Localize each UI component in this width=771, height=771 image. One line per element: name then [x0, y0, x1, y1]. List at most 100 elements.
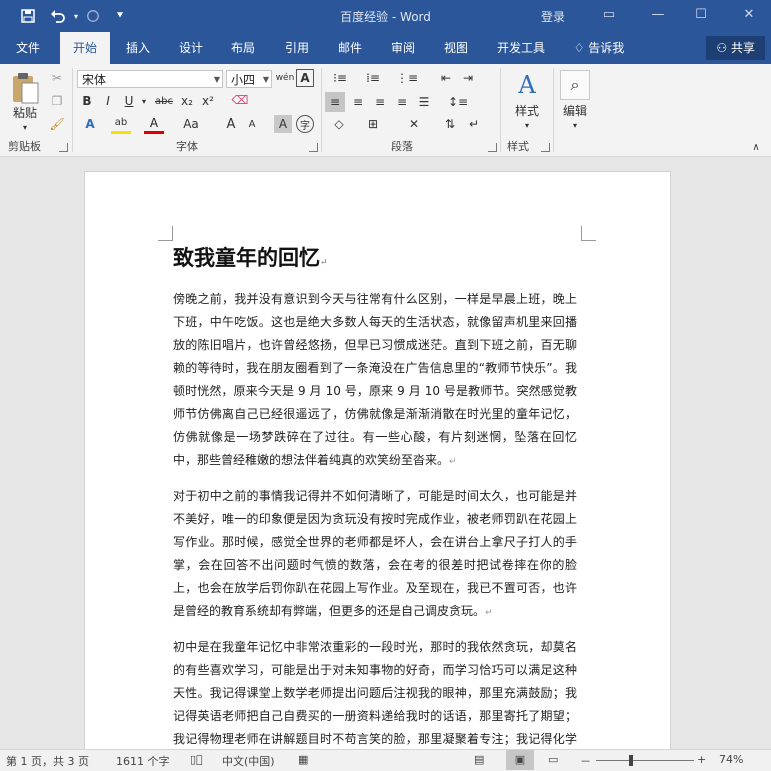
editing-label[interactable]: 编辑 [558, 102, 592, 118]
word-count[interactable]: 1611 个字 [116, 753, 170, 769]
decrease-indent-icon[interactable]: ⇤ [436, 68, 456, 88]
macro-record-icon[interactable]: ▦ [298, 753, 308, 766]
page-count[interactable]: 第 1 页，共 3 页 [6, 753, 89, 769]
styles-group-label: 样式 [507, 140, 529, 153]
clipboard-launcher-icon[interactable] [59, 143, 68, 152]
align-left-icon[interactable]: ≡ [325, 92, 345, 112]
phonetic-guide-icon[interactable]: wén [274, 67, 296, 89]
subscript-button[interactable]: x₂ [178, 92, 196, 110]
numbering-icon[interactable]: ⁞≡ [360, 68, 386, 88]
highlight-color-icon[interactable]: ab [111, 114, 131, 134]
proofing-icon[interactable]: ▯⃠ [190, 753, 203, 766]
font-name-combo[interactable]: 宋体 ▼ [77, 70, 223, 88]
tab-developer[interactable]: 开发工具 [490, 32, 552, 64]
shrink-font-icon[interactable]: A [243, 114, 261, 134]
paste-dropdown-icon[interactable]: ▾ [18, 122, 32, 132]
superscript-button[interactable]: x² [199, 92, 217, 110]
styles-launcher-icon[interactable] [541, 143, 550, 152]
styles-gallery-icon[interactable]: A [510, 70, 544, 100]
align-center-icon[interactable]: ≡ [348, 92, 368, 112]
format-painter-icon[interactable]: 🖌 [47, 114, 67, 134]
chevron-down-icon: ▼ [213, 75, 220, 84]
tab-insert[interactable]: 插入 [117, 32, 159, 64]
tab-design[interactable]: 设计 [170, 32, 212, 64]
text-effects-icon[interactable]: A [80, 114, 100, 134]
tab-review[interactable]: 审阅 [382, 32, 424, 64]
chevron-down-icon: ▼ [262, 75, 269, 84]
line-spacing-icon[interactable]: ↕≡ [444, 92, 472, 112]
share-button[interactable]: ⚇ 共享 [706, 36, 765, 60]
font-launcher-icon[interactable] [309, 143, 318, 152]
status-bar: 第 1 页，共 3 页 1611 个字 ▯⃠ 中文(中国) ▦ ▤ ▣ ▭ － … [0, 749, 771, 771]
title-bar: ▾ ⯆ 百度经验 - Word 登录 ▭ — ☐ ✕ [0, 0, 771, 32]
copy-icon[interactable]: ❐ [47, 91, 67, 111]
document-canvas[interactable]: 致我童年的回忆↵ 傍晚之前，我并没有意识到今天与往常有什么区别，一样是早晨上班，… [0, 157, 771, 749]
tab-home[interactable]: 开始 [60, 32, 110, 64]
align-right-icon[interactable]: ≡ [370, 92, 390, 112]
login-link[interactable]: 登录 [541, 8, 565, 25]
styles-dropdown-icon[interactable]: ▾ [520, 120, 534, 130]
cut-icon[interactable]: ✂ [47, 68, 67, 88]
underline-dropdown-icon[interactable]: ▾ [139, 92, 149, 110]
justify-icon[interactable]: ≡ [392, 92, 412, 112]
zoom-level[interactable]: 74% [719, 753, 743, 766]
tab-view[interactable]: 视图 [435, 32, 477, 64]
close-button[interactable]: ✕ [734, 4, 764, 26]
bullets-icon[interactable]: ⁝≡ [327, 68, 353, 88]
styles-label[interactable]: 样式 [510, 102, 544, 118]
paragraph-3[interactable]: 初中是在我童年记忆中非常浓重彩的一段时光，那时的我依然贪玩，却莫名的有些喜欢学习… [173, 636, 577, 749]
font-group-label: 字体 [176, 140, 198, 153]
paragraph-1[interactable]: 傍晚之前，我并没有意识到今天与往常有什么区别，一样是早晨上班，晚上下班，中午吃饭… [173, 288, 577, 474]
document-title[interactable]: 致我童年的回忆↵ [173, 242, 328, 272]
zoom-slider[interactable] [596, 760, 694, 761]
paragraph-2[interactable]: 对于初中之前的事情我记得并不如何清晰了，可能是时间太久，也可能是并不美好，唯一的… [173, 485, 577, 625]
character-border-icon[interactable]: A [296, 69, 314, 87]
grow-font-icon[interactable]: A [222, 114, 240, 134]
font-color-icon[interactable]: A [144, 114, 164, 134]
tab-file[interactable]: 文件 [6, 32, 50, 64]
paste-label[interactable]: 粘贴 [8, 104, 42, 120]
font-size-combo[interactable]: 小四 ▼ [226, 70, 272, 88]
increase-indent-icon[interactable]: ⇥ [458, 68, 478, 88]
paste-icon[interactable] [8, 70, 42, 106]
strikethrough-button[interactable]: abc [153, 92, 175, 110]
borders-icon[interactable]: ⊞ [361, 114, 385, 134]
clear-formatting-icon[interactable]: ⌫ [229, 90, 251, 110]
underline-button[interactable]: U [120, 92, 138, 110]
web-layout-icon[interactable]: ▭ [548, 753, 558, 766]
vertical-scrollbar[interactable] [757, 157, 771, 749]
shading-icon[interactable]: ◇ [327, 114, 351, 134]
zoom-in-button[interactable]: + [697, 753, 706, 766]
zoom-slider-thumb[interactable] [628, 755, 633, 766]
tell-me-label: 告诉我 [588, 41, 625, 55]
show-marks-icon[interactable]: ↵ [464, 114, 484, 134]
print-layout-icon[interactable]: ▣ [506, 750, 534, 770]
chinese-layout-icon[interactable]: ✕ [402, 114, 426, 134]
tab-references[interactable]: 引用 [276, 32, 318, 64]
character-shading-icon[interactable]: A [274, 115, 292, 133]
tell-me-box[interactable]: ♢ 告诉我 [568, 32, 630, 64]
search-icon[interactable]: ⌕ [560, 70, 590, 100]
distributed-icon[interactable]: ☰ [414, 92, 434, 112]
document-page[interactable]: 致我童年的回忆↵ 傍晚之前，我并没有意识到今天与往常有什么区别，一样是早晨上班，… [84, 171, 671, 749]
group-separator [500, 68, 501, 152]
multilevel-list-icon[interactable]: ⋮≡ [394, 68, 420, 88]
language-label[interactable]: 中文(中国) [222, 753, 275, 769]
editing-dropdown-icon[interactable]: ▾ [568, 120, 582, 130]
minimize-button[interactable]: — [643, 4, 673, 26]
enclose-characters-icon[interactable]: 字 [296, 115, 314, 133]
margin-corner-mark [581, 226, 596, 241]
sort-icon[interactable]: ⇅ [440, 114, 460, 134]
ribbon-display-options-icon[interactable]: ▭ [594, 4, 624, 26]
maximize-button[interactable]: ☐ [686, 4, 716, 26]
tab-mailings[interactable]: 邮件 [329, 32, 371, 64]
zoom-out-button[interactable]: － [580, 753, 591, 769]
change-case-icon[interactable]: Aa [178, 114, 204, 134]
bold-button[interactable]: B [78, 92, 96, 110]
tab-layout[interactable]: 布局 [222, 32, 264, 64]
paragraph-launcher-icon[interactable] [488, 143, 497, 152]
read-mode-icon[interactable]: ▤ [474, 753, 484, 766]
collapse-ribbon-icon[interactable]: ∧ [748, 140, 764, 154]
italic-button[interactable]: I [99, 92, 117, 110]
font-name-value: 宋体 [82, 73, 107, 87]
